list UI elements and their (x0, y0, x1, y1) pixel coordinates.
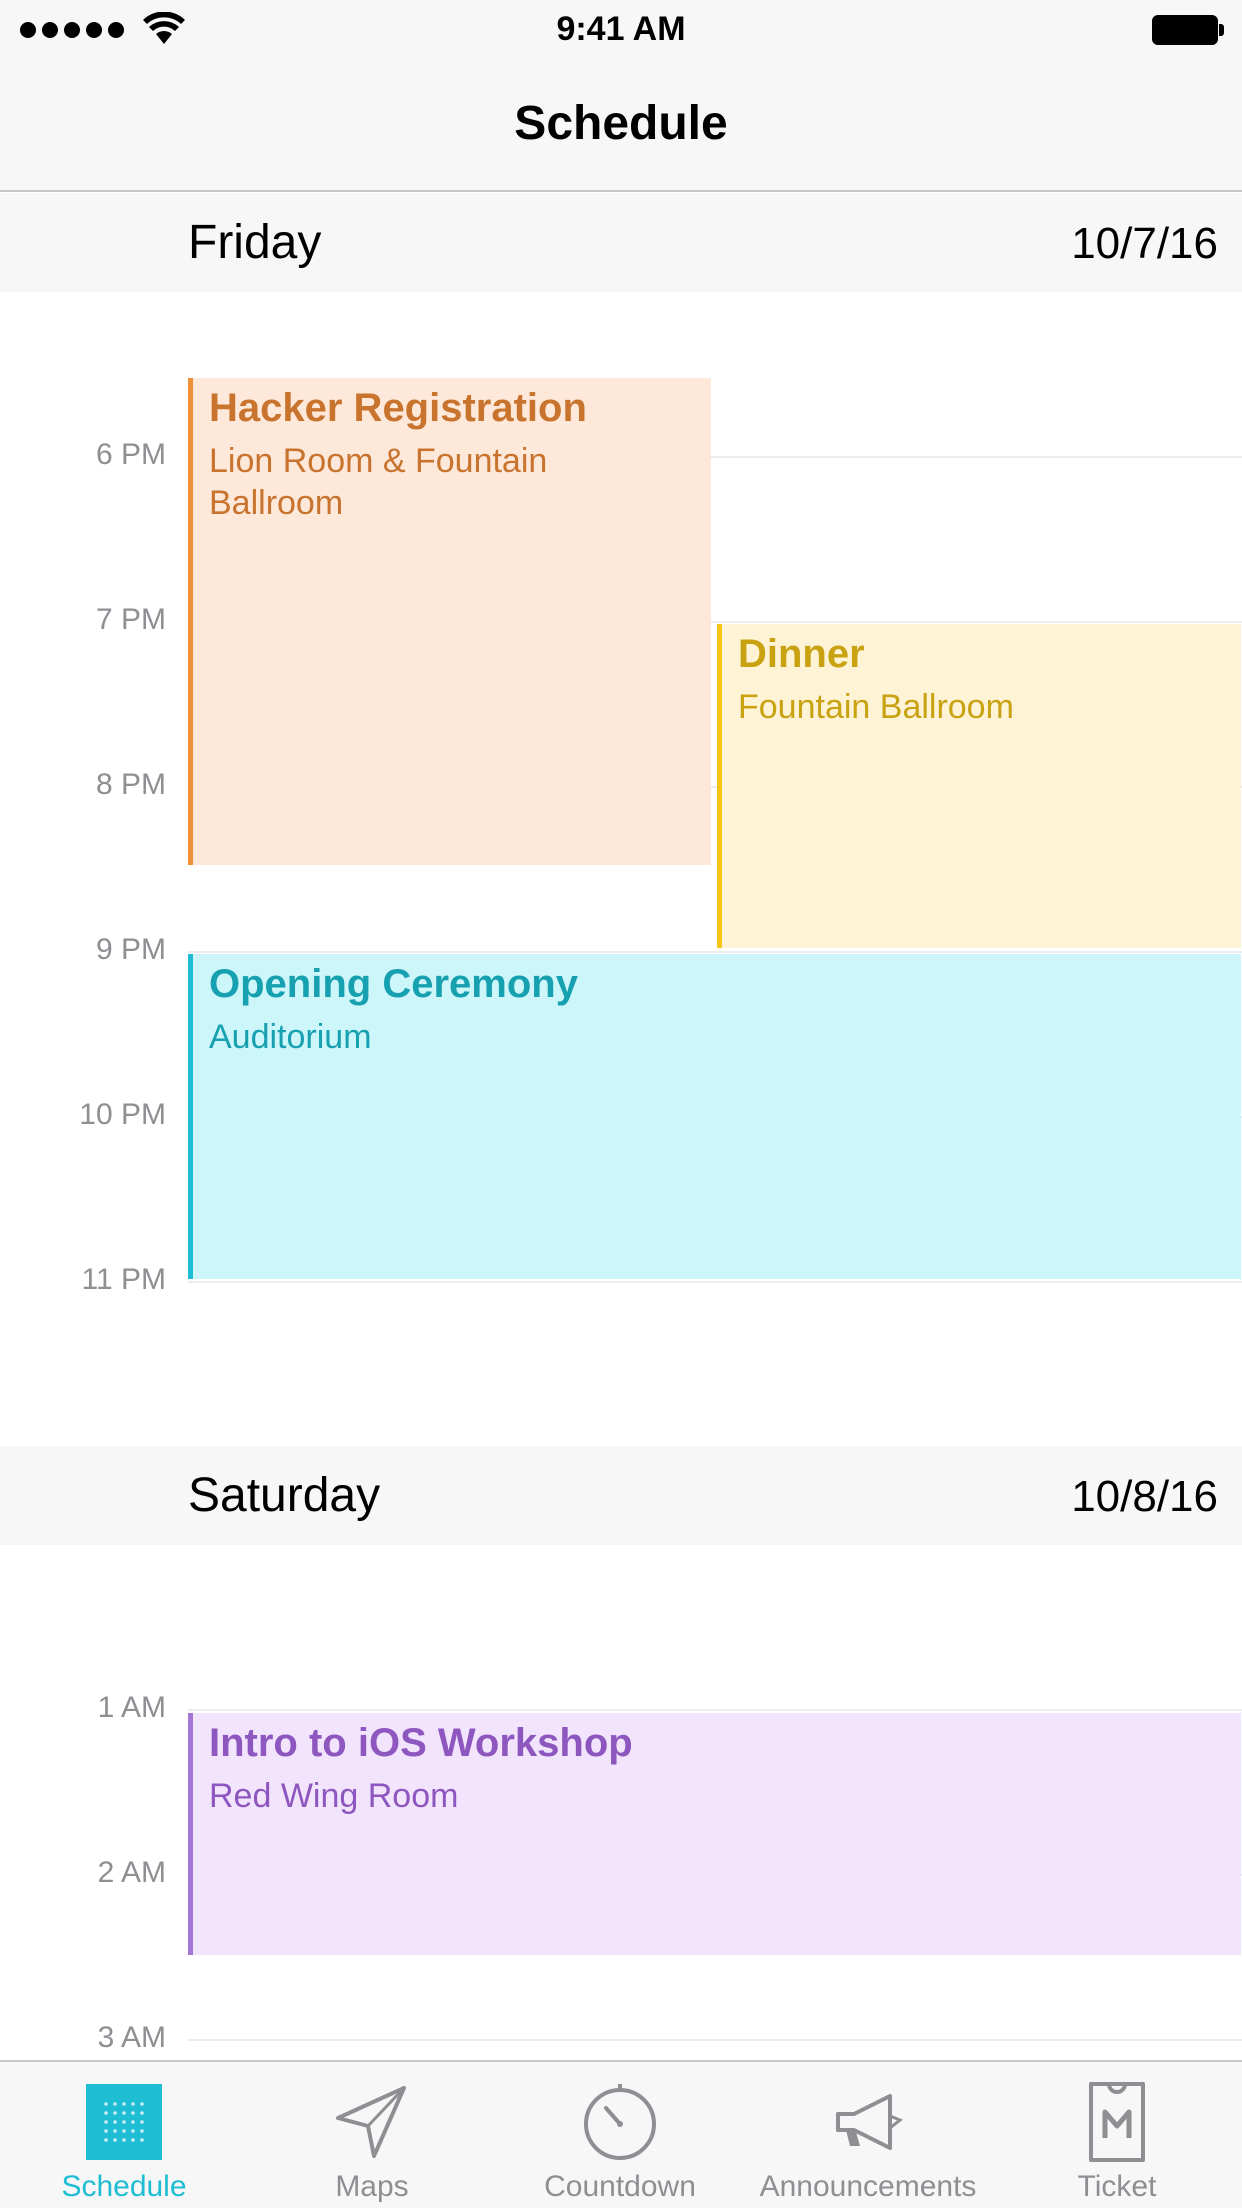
event-hacker-registration[interactable]: Hacker Registration Lion Room & Fountain… (188, 378, 711, 865)
calendar-grid-icon (86, 2084, 162, 2160)
hour-label: 6 PM (95, 438, 166, 471)
battery-icon (1152, 15, 1224, 45)
tab-schedule[interactable]: Schedule (0, 2062, 248, 2208)
status-bar: 9:41 AM (0, 0, 1242, 60)
tab-countdown[interactable]: Countdown (496, 2062, 744, 2208)
hour-label: 10 PM (79, 1098, 166, 1131)
hour-label: 2 AM (97, 1856, 166, 1889)
hour-label: 9 PM (95, 933, 166, 966)
day-name: Saturday (188, 1469, 381, 1522)
event-intro-ios-workshop[interactable]: Intro to iOS Workshop Red Wing Room (188, 1713, 1241, 1955)
tab-label: Announcements (759, 2170, 977, 2203)
location-arrow-icon (336, 2086, 406, 2158)
event-location-line: Lion Room & Fountain (209, 442, 548, 480)
page-title: Schedule (514, 97, 728, 150)
day-date: 10/7/16 (1071, 219, 1218, 268)
tab-label: Maps (335, 2170, 409, 2203)
day-header-friday: Friday 10/7/16 (0, 193, 1242, 292)
hour-gridline (188, 1709, 1242, 1711)
event-title: Dinner (738, 632, 865, 676)
event-dinner[interactable]: Dinner Fountain Ballroom (717, 624, 1241, 948)
tab-bar: Schedule Maps Countdown Announcements Ti… (0, 2060, 1242, 2208)
event-title: Opening Ceremony (209, 962, 578, 1006)
event-title: Hacker Registration (209, 386, 587, 430)
tab-ticket[interactable]: Ticket (992, 2062, 1242, 2208)
hour-label: 8 PM (95, 768, 166, 801)
tab-maps[interactable]: Maps (248, 2062, 496, 2208)
hour-gridline (188, 951, 1242, 953)
day-date: 10/8/16 (1071, 1472, 1218, 1521)
tab-label: Countdown (544, 2170, 696, 2203)
event-location-line: Ballroom (209, 484, 344, 522)
megaphone-icon (836, 2094, 903, 2150)
hour-label: 11 PM (81, 1263, 166, 1296)
hour-label: 7 PM (95, 603, 166, 636)
event-location: Lion Room & Fountain Ballroom (209, 440, 547, 524)
day-name: Friday (188, 216, 322, 269)
hour-gridline (188, 2039, 1242, 2041)
status-time: 9:41 AM (556, 10, 686, 48)
hour-label: 3 AM (97, 2021, 166, 2054)
event-location: Red Wing Room (209, 1777, 459, 1815)
ticket-icon (1089, 2082, 1145, 2162)
tab-label: Ticket (1077, 2170, 1157, 2203)
day-header-saturday: Saturday 10/8/16 (0, 1446, 1242, 1545)
hour-gridline (188, 1281, 1242, 1283)
event-opening-ceremony[interactable]: Opening Ceremony Auditorium (188, 954, 1241, 1279)
tab-announcements[interactable]: Announcements (744, 2062, 992, 2208)
event-location: Fountain Ballroom (738, 688, 1014, 726)
navigation-bar: Schedule (0, 60, 1242, 192)
tab-label: Schedule (61, 2170, 187, 2203)
stopwatch-icon (584, 2084, 656, 2160)
event-title: Intro to iOS Workshop (209, 1721, 633, 1765)
hour-label: 1 AM (97, 1691, 166, 1724)
event-location: Auditorium (209, 1018, 372, 1056)
